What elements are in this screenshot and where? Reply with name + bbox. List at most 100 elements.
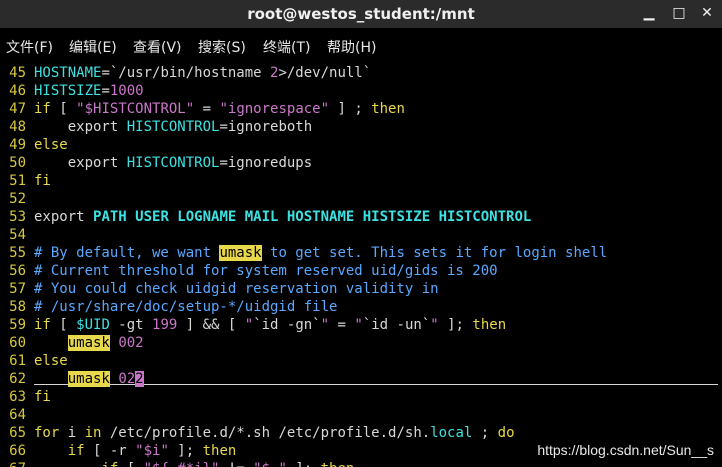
code-token: "	[354, 317, 363, 333]
code-token: for	[34, 425, 60, 441]
menu-search[interactable]: 搜索(S)	[198, 32, 246, 60]
code-line: 53 export PATH USER LOGNAME MAIL HOSTNAME…	[0, 208, 722, 226]
code-line: 50 export HISTCONTROL=ignoredups	[0, 154, 722, 172]
code-line: 48 export HISTCONTROL=ignoreboth	[0, 118, 722, 136]
code-token: # By default, we want	[34, 245, 220, 261]
code-line: 51 fi	[0, 172, 722, 190]
line-number: 64	[9, 407, 26, 423]
code-line: 56 # Current threshold for system reserve…	[0, 262, 722, 280]
line-number: 48	[9, 119, 26, 135]
menu-help[interactable]: 帮助(H)	[327, 32, 376, 60]
menu-file[interactable]: 文件(F)	[6, 32, 53, 60]
code-line: 61 else	[0, 352, 722, 370]
code-token: "$-"	[253, 461, 287, 467]
code-token: to get set. This sets it for login shell	[261, 245, 608, 261]
code-token: # You could check uidgid reservation val…	[34, 281, 439, 297]
code-token: HISTSIZE	[34, 83, 102, 99]
code-token: ;	[472, 425, 498, 441]
code-token: "${-#*i}"	[144, 461, 220, 467]
code-line: 57 # You could check uidgid reservation v…	[0, 280, 722, 298]
code-token: ];	[287, 461, 321, 467]
code-line: 52	[0, 190, 722, 208]
code-token: PATH USER LOGNAME MAIL HOSTNAME HISTSIZE…	[93, 209, 532, 225]
code-token: # /usr/share/doc/setup-*/uidgid file	[34, 299, 338, 315]
code-token: fi	[34, 389, 51, 405]
menu-terminal[interactable]: 终端(T)	[263, 32, 310, 60]
menu-view[interactable]: 查看(V)	[133, 32, 182, 60]
code-token: ];	[438, 317, 473, 333]
code-token: if	[101, 461, 118, 467]
code-token: 002	[118, 335, 144, 351]
code-line: 65 for i in /etc/profile.d/*.sh /etc/prof…	[0, 424, 722, 442]
code-token: if	[67, 443, 85, 459]
code-token: =	[101, 83, 110, 99]
code-token: fi	[34, 173, 51, 189]
code-token: =`/usr/bin/hostname	[101, 65, 271, 81]
code-token: ];	[168, 443, 203, 459]
code-line: 63 fi	[0, 388, 722, 406]
code-token: ] ;	[329, 101, 372, 117]
window-title: root@westos_student:/mnt	[247, 5, 475, 23]
code-line: 67 if [ "${-#*i}" != "$-" ]; then	[0, 460, 722, 467]
maximize-button[interactable]: □	[666, 0, 692, 28]
code-token: if	[34, 317, 51, 333]
line-number: 60	[9, 335, 26, 351]
line-number: 52	[9, 191, 26, 207]
line-number: 47	[9, 101, 26, 117]
code-token: HISTCONTROL	[126, 119, 220, 135]
line-number: 49	[9, 137, 26, 153]
code-token: HISTCONTROL	[126, 155, 220, 171]
line-number: 55	[9, 245, 26, 261]
terminal-editor[interactable]: 45 HOSTNAME=`/usr/bin/hostname 2 >/dev/nul…	[0, 64, 722, 467]
line-number: 62	[9, 371, 26, 387]
code-token: [	[50, 317, 77, 333]
code-token: 1000	[109, 83, 144, 99]
code-token: then	[202, 443, 237, 459]
code-token: "ignorespace"	[219, 101, 330, 117]
line-number: 45	[9, 65, 26, 81]
code-token: "	[430, 317, 439, 333]
line-number: 56	[9, 263, 26, 279]
code-token: =	[194, 101, 220, 117]
code-token: =	[329, 317, 355, 333]
title-bar: root@westos_student:/mnt ▁ □ ✕	[0, 0, 722, 28]
minimize-button[interactable]: ▁	[636, 0, 662, 28]
menu-edit[interactable]: 编辑(E)	[69, 32, 117, 60]
code-token: -gt	[109, 317, 153, 333]
line-number: 63	[9, 389, 26, 405]
code-token: =ignoreboth	[219, 119, 313, 135]
close-button[interactable]: ✕	[694, 0, 720, 28]
code-line: 47 if [ "$HISTCONTROL" = "ignorespace" ] …	[0, 100, 722, 118]
code-token: if	[34, 101, 51, 117]
code-token: 02	[118, 371, 136, 387]
code-line: 45 HOSTNAME=`/usr/bin/hostname 2>/dev/nul…	[0, 64, 722, 82]
code-token: [	[118, 461, 143, 467]
search-highlight: umask	[67, 371, 110, 387]
line-number: 57	[9, 281, 26, 297]
code-token: "	[244, 317, 254, 333]
code-token: $UID	[76, 317, 110, 333]
code-token: export	[34, 209, 94, 225]
code-token: then	[472, 317, 507, 333]
line-number: 50	[9, 155, 26, 171]
code-token: [ -r	[84, 443, 136, 459]
code-token: then	[371, 101, 405, 117]
code-token: then	[321, 461, 355, 467]
code-line: 49 else	[0, 136, 722, 154]
code-token: export	[34, 155, 127, 171]
code-token: `id -gn`	[253, 317, 321, 333]
code-token: # Current threshold for system reserved …	[34, 263, 498, 279]
code-token: ] && [	[177, 317, 245, 333]
code-line: 64	[0, 406, 722, 424]
watermark: https://blog.csdn.net/Sun__s	[537, 442, 714, 458]
code-token: else	[34, 353, 68, 369]
code-line: 54	[0, 226, 722, 244]
line-number: 54	[9, 227, 26, 243]
code-line: 55 # By default, we want umask to get set…	[0, 244, 722, 262]
code-token: HOSTNAME	[34, 65, 102, 81]
line-number: 67	[0, 460, 26, 467]
line-number: 46	[9, 83, 26, 99]
code-line: 46 HISTSIZE=1000	[0, 82, 722, 100]
